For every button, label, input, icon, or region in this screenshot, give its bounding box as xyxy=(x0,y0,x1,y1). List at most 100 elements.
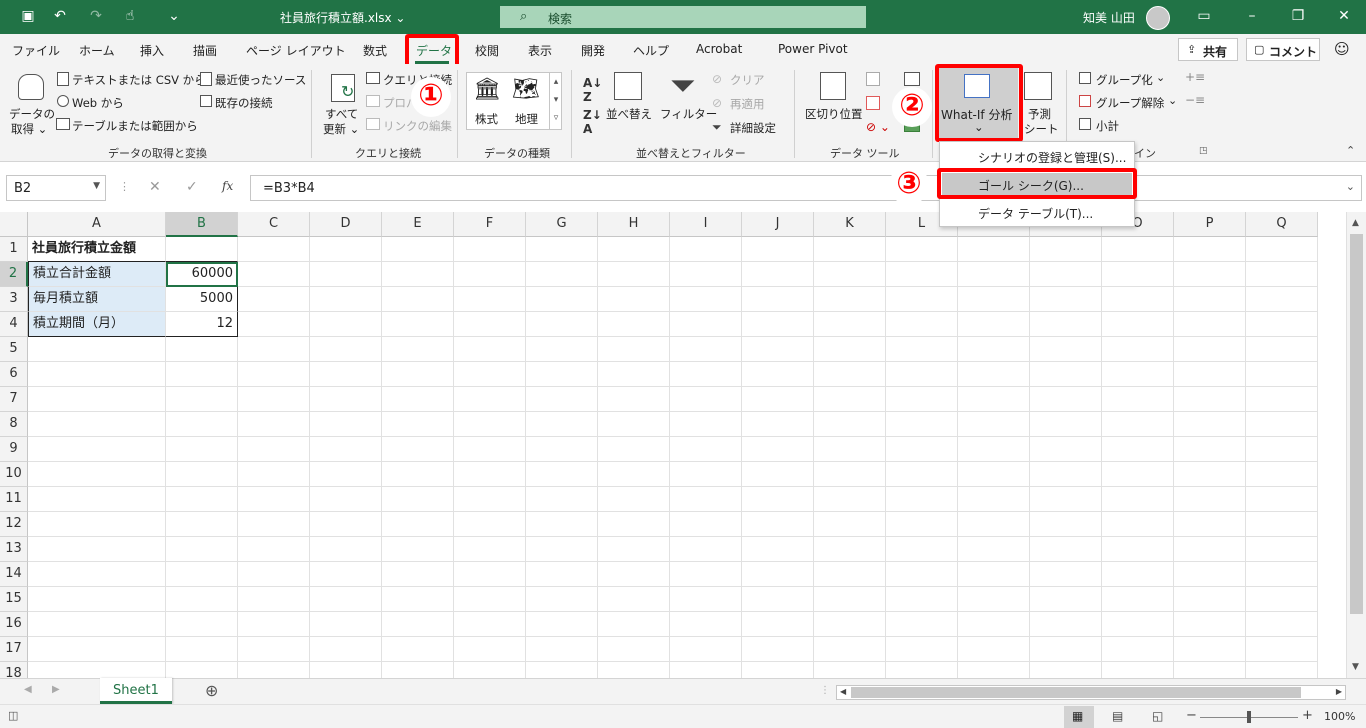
cell-m5[interactable] xyxy=(958,337,1030,362)
cell-l4[interactable] xyxy=(886,312,958,337)
cell-i2[interactable] xyxy=(670,262,742,287)
group-dropdown-icon[interactable]: ⌄ xyxy=(1156,71,1165,84)
cell-g2[interactable] xyxy=(526,262,598,287)
cell-p11[interactable] xyxy=(1174,487,1246,512)
file-name[interactable]: 社員旅行積立額.xlsx ⌄ xyxy=(280,9,405,26)
cell-k14[interactable] xyxy=(814,562,886,587)
cell-k5[interactable] xyxy=(814,337,886,362)
cell-e6[interactable] xyxy=(382,362,454,387)
add-sheet-icon[interactable]: ⊕ xyxy=(205,681,218,700)
cell-j15[interactable] xyxy=(742,587,814,612)
cell-j1[interactable] xyxy=(742,237,814,262)
cell-n9[interactable] xyxy=(1030,437,1102,462)
cell-n7[interactable] xyxy=(1030,387,1102,412)
gallery-scroll[interactable]: ▴ ▾ ▿ xyxy=(549,73,562,129)
cell-q5[interactable] xyxy=(1246,337,1318,362)
cell-f2[interactable] xyxy=(454,262,526,287)
cell-b4[interactable]: 12 xyxy=(166,312,238,337)
name-box[interactable]: B2 ▼ xyxy=(6,175,106,201)
cell-b3[interactable]: 5000 xyxy=(166,287,238,312)
cell-d17[interactable] xyxy=(310,637,382,662)
cell-h13[interactable] xyxy=(598,537,670,562)
cell-e1[interactable] xyxy=(382,237,454,262)
cell-q13[interactable] xyxy=(1246,537,1318,562)
cell-n6[interactable] xyxy=(1030,362,1102,387)
cell-d15[interactable] xyxy=(310,587,382,612)
remove-duplicates-icon[interactable] xyxy=(866,96,880,110)
cell-d13[interactable] xyxy=(310,537,382,562)
cell-g3[interactable] xyxy=(526,287,598,312)
cell-j14[interactable] xyxy=(742,562,814,587)
get-data-label-2[interactable]: 取得 ⌄ xyxy=(11,121,47,137)
cell-b5[interactable] xyxy=(166,337,238,362)
cell-g14[interactable] xyxy=(526,562,598,587)
cell-f10[interactable] xyxy=(454,462,526,487)
cell-h12[interactable] xyxy=(598,512,670,537)
tab-power-pivot[interactable]: Power Pivot xyxy=(778,42,848,56)
cell-l17[interactable] xyxy=(886,637,958,662)
cell-j16[interactable] xyxy=(742,612,814,637)
cell-i17[interactable] xyxy=(670,637,742,662)
cell-j8[interactable] xyxy=(742,412,814,437)
cell-n5[interactable] xyxy=(1030,337,1102,362)
from-text-csv-button[interactable]: テキストまたは CSV から xyxy=(72,72,206,88)
cell-m17[interactable] xyxy=(958,637,1030,662)
text-to-columns-button[interactable]: 区切り位置 xyxy=(805,106,863,122)
cell-m4[interactable] xyxy=(958,312,1030,337)
enter-icon[interactable]: ✓ xyxy=(186,179,198,195)
cell-a13[interactable] xyxy=(28,537,166,562)
cell-f14[interactable] xyxy=(454,562,526,587)
row-header-9[interactable]: 9 xyxy=(0,437,28,462)
cell-n15[interactable] xyxy=(1030,587,1102,612)
row-header-3[interactable]: 3 xyxy=(0,287,28,312)
cell-n8[interactable] xyxy=(1030,412,1102,437)
cell-f17[interactable] xyxy=(454,637,526,662)
cell-j2[interactable] xyxy=(742,262,814,287)
cell-q3[interactable] xyxy=(1246,287,1318,312)
cell-o2[interactable] xyxy=(1102,262,1174,287)
cell-o18[interactable] xyxy=(1102,662,1174,678)
cell-j12[interactable] xyxy=(742,512,814,537)
cell-c15[interactable] xyxy=(238,587,310,612)
cell-g9[interactable] xyxy=(526,437,598,462)
cell-c16[interactable] xyxy=(238,612,310,637)
row-header-15[interactable]: 15 xyxy=(0,587,28,612)
tab-formulas[interactable]: 数式 xyxy=(363,42,387,59)
cell-e12[interactable] xyxy=(382,512,454,537)
cell-h7[interactable] xyxy=(598,387,670,412)
sheet-tab-sheet1[interactable]: Sheet1 xyxy=(100,678,172,704)
cell-n14[interactable] xyxy=(1030,562,1102,587)
cell-l18[interactable] xyxy=(886,662,958,678)
cell-b11[interactable] xyxy=(166,487,238,512)
hscroll-thumb[interactable] xyxy=(851,687,1301,698)
cell-h6[interactable] xyxy=(598,362,670,387)
cell-j4[interactable] xyxy=(742,312,814,337)
sort-az-icon[interactable]: A↓ Z xyxy=(583,76,602,104)
tab-developer[interactable]: 開発 xyxy=(581,42,605,59)
cell-c13[interactable] xyxy=(238,537,310,562)
cell-h3[interactable] xyxy=(598,287,670,312)
recent-sources-button[interactable]: 最近使ったソース xyxy=(215,72,306,88)
cell-h8[interactable] xyxy=(598,412,670,437)
cell-k9[interactable] xyxy=(814,437,886,462)
cell-d4[interactable] xyxy=(310,312,382,337)
cell-p3[interactable] xyxy=(1174,287,1246,312)
cell-l5[interactable] xyxy=(886,337,958,362)
redo-icon[interactable]: ↷ xyxy=(88,8,104,24)
tab-insert[interactable]: 挿入 xyxy=(140,42,164,59)
stocks-button[interactable]: 株式 xyxy=(475,111,498,127)
row-header-16[interactable]: 16 xyxy=(0,612,28,637)
cell-m12[interactable] xyxy=(958,512,1030,537)
cell-p13[interactable] xyxy=(1174,537,1246,562)
cell-m16[interactable] xyxy=(958,612,1030,637)
cell-c6[interactable] xyxy=(238,362,310,387)
cell-q2[interactable] xyxy=(1246,262,1318,287)
zoom-slider-thumb[interactable] xyxy=(1247,711,1251,723)
row-header-8[interactable]: 8 xyxy=(0,412,28,437)
cell-i18[interactable] xyxy=(670,662,742,678)
cell-k8[interactable] xyxy=(814,412,886,437)
cell-m15[interactable] xyxy=(958,587,1030,612)
column-header-p[interactable]: P xyxy=(1174,212,1246,237)
cell-p14[interactable] xyxy=(1174,562,1246,587)
column-header-e[interactable]: E xyxy=(382,212,454,237)
